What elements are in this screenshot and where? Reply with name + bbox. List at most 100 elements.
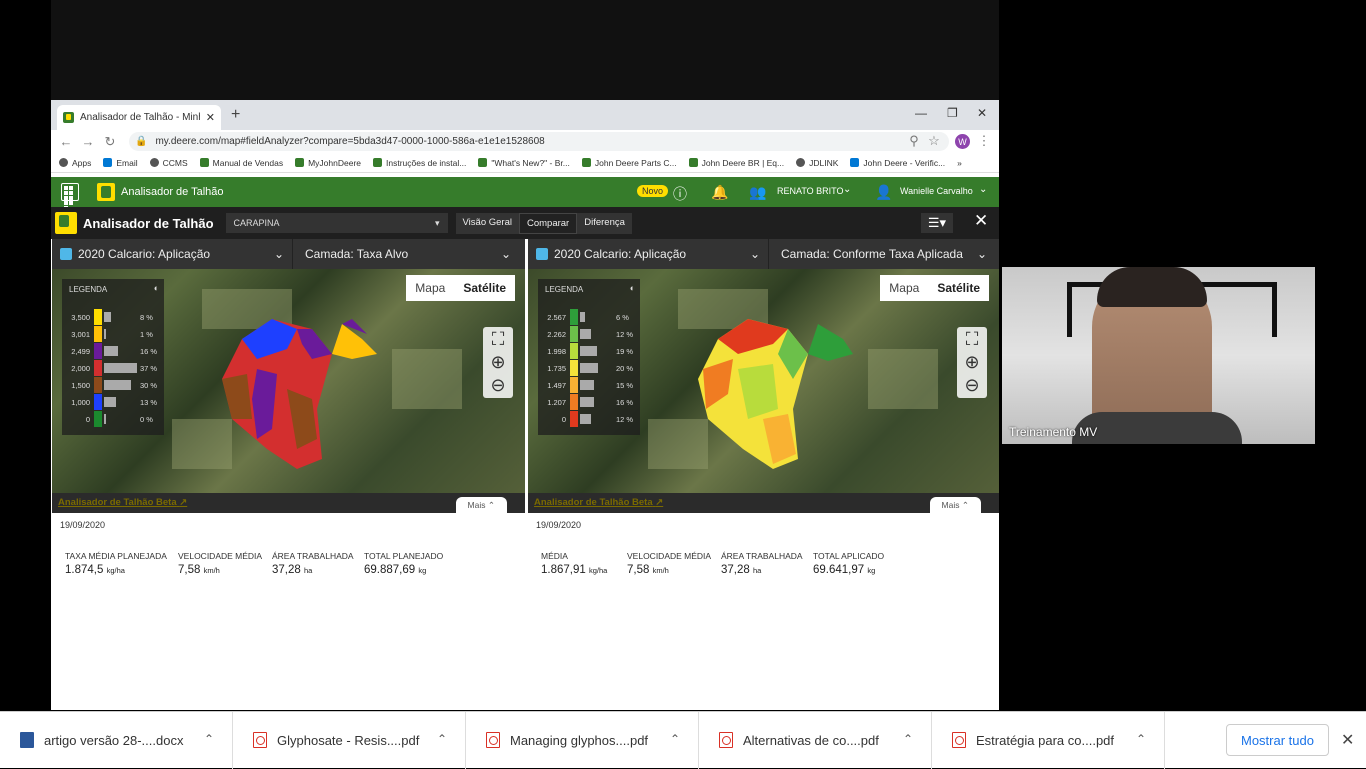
pdf-file-icon — [253, 732, 267, 748]
chevron-up-icon[interactable]: ⌃ — [1136, 732, 1146, 746]
browser-tab[interactable]: Analisador de Talhão - Minhas O ✕ — [57, 105, 221, 130]
download-item[interactable]: artigo versão 28-....docx ⌃ — [0, 711, 233, 769]
bookmark-verific[interactable]: John Deere - Verific... — [850, 158, 945, 168]
bookmark-manual-vendas[interactable]: Manual de Vendas — [199, 158, 283, 168]
map-mode-mapa[interactable]: Mapa — [406, 275, 454, 301]
bookmark-email[interactable]: Email — [103, 158, 138, 168]
legend-bar — [104, 414, 106, 424]
chevron-down-icon: ⌄ — [976, 247, 987, 261]
notification-bell-icon[interactable]: 🔔 — [711, 184, 728, 201]
zoom-out-icon[interactable]: ⊖ — [964, 375, 979, 396]
map-mode-satelite[interactable]: Satélite — [928, 275, 989, 301]
download-item[interactable]: Glyphosate - Resis....pdf ⌃ — [233, 711, 466, 769]
legend-percent: 1 % — [140, 330, 153, 339]
close-downloads-icon[interactable]: ✕ — [1341, 730, 1354, 750]
tab-visao-geral[interactable]: Visão Geral — [456, 213, 519, 234]
reload-icon[interactable]: ↻ — [99, 134, 121, 150]
participant-hair — [1097, 267, 1207, 307]
legend-percent: 6 % — [616, 313, 629, 322]
site-permission-icon[interactable]: ⚲ — [903, 133, 925, 149]
bookmark-parts[interactable]: John Deere Parts C... — [581, 158, 677, 168]
more-toggle[interactable]: Mais ⌃ — [455, 497, 507, 514]
legend-swatch — [94, 377, 102, 393]
bookmark-ccms[interactable]: CCMS — [149, 158, 188, 168]
chevron-up-icon[interactable]: ⌃ — [437, 732, 447, 746]
analyzer-beta-link[interactable]: Analisador de Talhão Beta ↗ — [52, 493, 525, 513]
summary-card: Analisador de Talhão Beta ↗ Mais ⌃ 19/09… — [52, 493, 525, 610]
close-analyzer-icon[interactable]: ✕ — [974, 211, 988, 231]
bookmarks-overflow-icon[interactable]: » — [957, 158, 962, 168]
legend-percent: 19 % — [616, 347, 634, 356]
profile-avatar[interactable]: W — [955, 134, 970, 149]
legend-value: 2,000 — [71, 364, 90, 373]
tab-diferenca[interactable]: Diferença — [577, 213, 632, 234]
download-item[interactable]: Managing glyphos....pdf ⌃ — [466, 711, 699, 769]
close-tab-icon[interactable]: ✕ — [206, 111, 215, 124]
app-grid-icon[interactable] — [61, 183, 79, 210]
legend-row: 2.567 6 % — [538, 309, 640, 325]
browser-menu-icon[interactable]: ⋮ — [973, 133, 995, 149]
legend-row: 0 12 % — [538, 411, 640, 427]
participant-label: Treinamento MV — [1009, 425, 1098, 439]
zoom-in-icon[interactable]: ⊕ — [490, 352, 505, 373]
bookmark-jdlink[interactable]: JDLINK — [796, 158, 838, 168]
john-deere-icon — [199, 158, 209, 167]
bookmark-myjohndeere[interactable]: MyJohnDeere — [295, 158, 361, 168]
legend-percent: 15 % — [616, 381, 634, 390]
chevron-up-icon[interactable]: ⌃ — [903, 732, 913, 746]
satellite-map[interactable]: LEGENDA ◐ 2.567 6 % 2.262 12 % 1.998 19 % 1.73… — [528, 269, 999, 493]
help-icon[interactable]: ⓘ — [673, 184, 687, 204]
field-select[interactable]: CARAPINA ▾ — [225, 213, 448, 233]
chevron-up-icon: ⌃ — [487, 500, 495, 510]
webcam-video: Treinamento MV — [1002, 267, 1315, 444]
legend-title: LEGENDA — [69, 285, 108, 294]
download-item[interactable]: Alternativas de co....pdf ⌃ — [699, 711, 932, 769]
chevron-down-icon: ⌄ — [749, 247, 760, 261]
compare-panel-right: 2020 Calcario: Aplicação ⌄ Camada: Confor… — [528, 239, 999, 610]
organization-name[interactable]: RENATO BRITO — [777, 186, 844, 196]
legend-info-icon[interactable]: ◐ — [154, 283, 159, 293]
chevron-down-icon[interactable]: ⌄ — [979, 184, 987, 195]
chevron-up-icon[interactable]: ⌃ — [204, 732, 214, 746]
new-tab-button[interactable]: + — [231, 106, 240, 124]
john-deere-icon — [373, 158, 383, 167]
forward-icon[interactable]: → — [77, 134, 99, 149]
fullscreen-icon[interactable]: ⛶ — [966, 329, 979, 350]
view-segmented-control: Visão Geral Comparar Diferença — [455, 212, 632, 234]
bookmarks-bar: Apps Email CCMS Manual de Vendas MyJohnD… — [51, 153, 999, 173]
bookmark-instrucoes[interactable]: Instruções de instal... — [373, 158, 466, 168]
operation-dropdown[interactable]: 2020 Calcario: Aplicação ⌄ — [78, 247, 292, 261]
analyzer-beta-link[interactable]: Analisador de Talhão Beta ↗ — [528, 493, 999, 513]
maximize-icon[interactable]: ❐ — [947, 106, 958, 120]
layer-dropdown[interactable]: Camada: Conforme Taxa Aplicada ⌄ — [769, 247, 995, 261]
operation-dropdown[interactable]: 2020 Calcario: Aplicação ⌄ — [554, 247, 768, 261]
download-item[interactable]: Estratégia para co....pdf ⌃ — [932, 711, 1165, 769]
bookmark-apps[interactable]: Apps — [59, 158, 91, 168]
satellite-map[interactable]: LEGENDA ◐ 3,500 8 % 3,001 1 % 2,499 16 % 2,000… — [52, 269, 525, 493]
legend-swatch — [94, 360, 102, 376]
legend-row: 1.735 20 % — [538, 360, 640, 376]
bookmark-whats-new[interactable]: "What's New?" - Br... — [478, 158, 570, 168]
url-input[interactable]: 🔒 my.deere.com/map#fieldAnalyzer?compare… — [129, 132, 949, 151]
bookmark-star-icon[interactable]: ☆ — [923, 133, 945, 149]
operation-swatch — [536, 248, 548, 260]
back-icon[interactable]: ← — [55, 134, 77, 149]
bookmark-jd-br[interactable]: John Deere BR | Eq... — [688, 158, 784, 168]
layer-dropdown[interactable]: Camada: Taxa Alvo ⌄ — [293, 247, 519, 261]
show-all-downloads-button[interactable]: Mostrar tudo — [1226, 724, 1329, 756]
chevron-up-icon[interactable]: ⌃ — [670, 732, 680, 746]
map-mode-satelite[interactable]: Satélite — [454, 275, 515, 301]
close-window-icon[interactable]: ✕ — [977, 106, 987, 120]
map-mode-mapa[interactable]: Mapa — [880, 275, 928, 301]
hamburger-menu-icon[interactable]: ☰▾ — [921, 213, 953, 233]
legend-info-icon[interactable]: ◐ — [630, 283, 635, 293]
zoom-out-icon[interactable]: ⊖ — [490, 375, 505, 396]
minimize-icon[interactable]: — — [915, 106, 927, 120]
fullscreen-icon[interactable]: ⛶ — [492, 329, 505, 350]
user-name[interactable]: Wanielle Carvalho — [900, 186, 973, 196]
chevron-down-icon[interactable]: ⌄ — [843, 184, 851, 195]
more-toggle[interactable]: Mais ⌃ — [929, 497, 981, 514]
novo-badge[interactable]: Novo — [637, 185, 669, 197]
zoom-in-icon[interactable]: ⊕ — [964, 352, 979, 373]
tab-comparar[interactable]: Comparar — [518, 212, 578, 234]
